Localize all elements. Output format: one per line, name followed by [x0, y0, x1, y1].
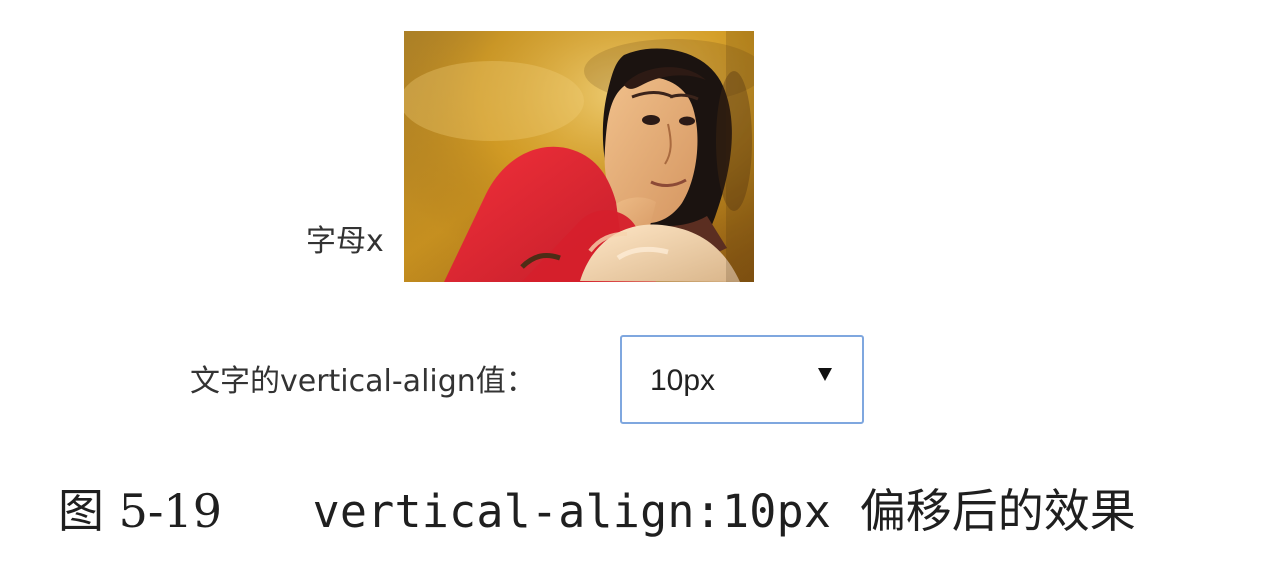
figure-number: 图 5-19: [58, 484, 222, 538]
portrait-photo: [404, 31, 754, 282]
caption-code: vertical-align:10px: [312, 485, 832, 538]
vertical-align-label: 文字的vertical-align值：: [190, 364, 536, 399]
figure-caption: 图 5-19 vertical-align:10px 偏移后的效果: [58, 476, 1238, 546]
chevron-down-icon: [818, 368, 832, 381]
caption-description: 偏移后的效果: [859, 484, 1136, 538]
demo-inline-text: 字母x: [306, 224, 384, 259]
vertical-align-select[interactable]: 10px: [620, 335, 864, 424]
vertical-align-selected-value: 10px: [650, 364, 716, 397]
